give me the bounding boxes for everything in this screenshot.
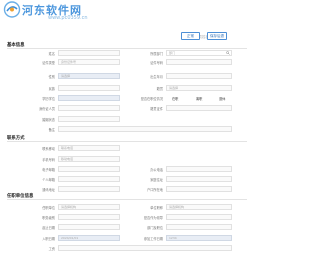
native-cert-input[interactable] xyxy=(166,105,232,111)
org-select[interactable]: 请选择机构 xyxy=(58,204,120,210)
field-label: 是否作为领导 xyxy=(143,216,163,220)
section-divider xyxy=(7,199,247,200)
field-label: 婚姻状态 xyxy=(42,118,55,122)
watermark-url: www.pc0359.cn xyxy=(48,15,88,21)
radio-group-label: 是否在职位情况 xyxy=(140,97,163,101)
native-place-select[interactable]: 请选择 xyxy=(166,85,232,91)
field-label: 出生年月 xyxy=(150,75,163,79)
field-label: 籍贯 xyxy=(156,87,163,91)
hire-date-input[interactable]: 2024/01/01 xyxy=(58,235,120,241)
position-input[interactable] xyxy=(166,224,232,230)
name-input[interactable] xyxy=(58,50,120,56)
date-range-input[interactable] xyxy=(58,224,120,230)
marital-input[interactable] xyxy=(58,116,120,122)
field-label: 证件号码 xyxy=(150,61,163,65)
section-divider xyxy=(7,48,247,49)
field-label: 性别 xyxy=(48,75,55,79)
field-label: 联系移动 xyxy=(42,147,55,151)
radio-option[interactable]: 离职 xyxy=(196,96,202,101)
search-icon[interactable] xyxy=(226,51,230,55)
org-title-select[interactable]: 请选择机构 xyxy=(166,204,232,210)
field-label: 姓名 xyxy=(48,52,55,56)
department-select[interactable]: 部门 xyxy=(166,50,232,56)
identity-input[interactable] xyxy=(58,105,120,111)
work-start-input[interactable]: 1234 xyxy=(166,235,232,241)
mail-address-input[interactable] xyxy=(58,186,120,192)
job-level-input[interactable] xyxy=(58,214,120,220)
is-leader-input[interactable] xyxy=(166,214,232,220)
personal-email-input[interactable] xyxy=(58,176,120,182)
section-divider xyxy=(7,141,247,142)
radio-option[interactable]: 退休 xyxy=(219,96,225,101)
logo-icon xyxy=(3,1,21,18)
field-label: 工资 xyxy=(48,247,55,251)
field-label: 个人邮箱 xyxy=(42,178,55,182)
field-label: 证件类型 xyxy=(42,61,55,65)
email-input[interactable] xyxy=(58,166,120,172)
field-label: 任职单位 xyxy=(42,206,55,210)
field-label: 起止日期 xyxy=(42,226,55,230)
contact-phone-input[interactable]: 联系电话 xyxy=(58,145,120,151)
id-type-select[interactable]: 身份证件号 xyxy=(58,59,120,65)
save-button[interactable]: 正常 xyxy=(181,32,200,40)
field-label: 职务级别 xyxy=(42,216,55,220)
household-input[interactable] xyxy=(166,186,232,192)
radio-option[interactable]: 在职 xyxy=(172,96,178,101)
field-label: 户口所在地 xyxy=(147,188,163,192)
field-label: 入职日期 xyxy=(42,237,55,241)
id-number-input[interactable] xyxy=(166,59,232,65)
home-address-input[interactable] xyxy=(166,176,232,182)
field-label: 所属部门 xyxy=(150,52,163,56)
field-label: 办公电话 xyxy=(150,168,163,172)
birth-date-input[interactable] xyxy=(166,73,232,79)
field-label: 籍贯证件 xyxy=(150,107,163,111)
salary-input[interactable] xyxy=(58,245,232,251)
remarks-input[interactable] xyxy=(58,126,232,132)
field-label: 家庭住址 xyxy=(150,178,163,182)
office-phone-input[interactable] xyxy=(166,166,232,172)
field-label: 部门及职位 xyxy=(147,226,163,230)
gender-select[interactable]: 请选择 xyxy=(58,73,120,79)
education-input[interactable] xyxy=(58,95,120,101)
field-label: 民族 xyxy=(48,87,55,91)
field-label: 参加工作日期 xyxy=(143,237,163,241)
field-label: 手机号码 xyxy=(42,158,55,162)
ethnicity-input[interactable] xyxy=(58,85,120,91)
field-label: 通讯地址 xyxy=(42,188,55,192)
mobile-input[interactable]: 移动电话 xyxy=(58,156,120,162)
field-label: 电子邮箱 xyxy=(42,168,55,172)
field-label: 身份证人员 xyxy=(39,107,55,111)
field-label: 学历学位 xyxy=(42,97,55,101)
field-label: 备注 xyxy=(48,128,55,132)
field-label: 单位职称 xyxy=(150,206,163,210)
save-return-button[interactable]: 保存后退 xyxy=(207,32,227,40)
